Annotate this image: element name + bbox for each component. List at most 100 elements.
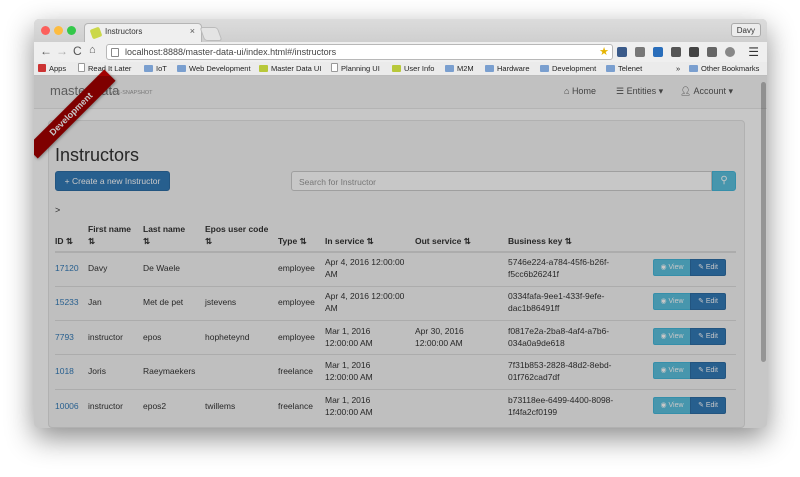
search-placeholder: Search for Instructor (299, 177, 377, 187)
list-icon: ☰ (616, 86, 627, 96)
reload-icon[interactable]: C (73, 44, 82, 58)
out-service: Apr 30, 2016 12:00:00 AM (415, 326, 464, 348)
tab-close-icon[interactable]: × (190, 26, 195, 36)
tab-favicon-icon (89, 26, 103, 40)
sort-icon: ⇅ (463, 236, 471, 246)
tab-strip: Instructors × Davy (34, 19, 767, 42)
bookmark-iot[interactable]: IoT (144, 63, 167, 75)
bookmark-other-bookmarks[interactable]: Other Bookmarks (689, 63, 759, 75)
bookmark-user-info[interactable]: User Info (392, 63, 434, 75)
column-header-first-name[interactable]: First name ⇅ (88, 223, 131, 247)
view-button[interactable]: ◉ View (653, 259, 691, 276)
view-button[interactable]: ◉ View (653, 397, 691, 414)
view-button[interactable]: ◉ View (653, 328, 691, 345)
instructor-id-link[interactable]: 17120 (55, 262, 79, 274)
first-name: instructor (88, 332, 123, 342)
close-window-icon[interactable] (41, 26, 50, 35)
instructor-id-link[interactable]: 10006 (55, 400, 79, 412)
home-icon: ⌂ (564, 86, 572, 96)
eye-icon: ◉ (660, 298, 669, 305)
column-header-business-key[interactable]: Business key ⇅ (508, 235, 572, 247)
last-name: Raeymaekers (143, 366, 196, 376)
bookmark-telenet[interactable]: Telenet (606, 63, 642, 75)
nav-account-dropdown[interactable]: 👤︎ Account ▾ (680, 86, 733, 97)
create-instructor-button[interactable]: + Create a new Instructor (55, 171, 170, 191)
back-arrow-icon[interactable]: ← (40, 44, 52, 58)
first-name: instructor (88, 401, 123, 411)
edit-button[interactable]: ✎ Edit (690, 259, 726, 276)
extension-icon[interactable] (671, 47, 681, 57)
forward-arrow-icon[interactable]: → (56, 44, 68, 58)
bookmark-master-data-ui[interactable]: Master Data UI (259, 63, 321, 75)
epos-user-code: twillems (205, 401, 236, 411)
bookmark-apps[interactable]: Apps (38, 63, 66, 75)
column-header-in-service[interactable]: In service ⇅ (325, 235, 374, 247)
folder-icon (177, 65, 186, 72)
extension-icon[interactable] (725, 47, 735, 57)
column-header-epos-user-code[interactable]: Epos user code ⇅ (205, 223, 268, 247)
plus-icon: + (64, 176, 72, 186)
type: freelance (278, 401, 313, 411)
epos-user-code: jstevens (205, 297, 237, 307)
minimize-window-icon[interactable] (54, 26, 63, 35)
bookmark-m2m[interactable]: M2M (445, 63, 474, 75)
edit-button[interactable]: ✎ Edit (690, 397, 726, 414)
extension-icon[interactable] (617, 47, 627, 57)
view-button[interactable]: ◉ View (653, 362, 691, 379)
nav-entities-dropdown[interactable]: ☰ Entities ▾ (616, 86, 663, 97)
column-header-id[interactable]: ID ⇅ (55, 235, 73, 247)
address-bar[interactable]: localhost:8888/master-data-ui/index.html… (106, 44, 613, 60)
vertical-scrollbar[interactable] (761, 82, 766, 362)
maximize-window-icon[interactable] (67, 26, 76, 35)
user-info-icon (392, 65, 401, 72)
master-data-icon (259, 65, 268, 72)
edit-button[interactable]: ✎ Edit (690, 362, 726, 379)
hamburger-menu-icon[interactable]: ☰ (748, 45, 759, 59)
extension-icon[interactable] (635, 47, 645, 57)
browser-toolbar: ← → C ⌂ localhost:8888/master-data-ui/in… (34, 42, 767, 62)
column-header-out-service[interactable]: Out service ⇅ (415, 235, 471, 247)
column-header-last-name[interactable]: Last name ⇅ (143, 223, 185, 247)
instructor-id-link[interactable]: 1018 (55, 365, 74, 377)
pocket-icon[interactable] (689, 47, 699, 57)
new-tab-button[interactable] (199, 27, 223, 41)
column-header-type[interactable]: Type ⇅ (278, 235, 307, 247)
app-version: v0.1-SNAPSHOT (110, 90, 153, 96)
bookmark-web-development[interactable]: Web Development (177, 63, 251, 75)
breadcrumb: > (55, 205, 61, 215)
edit-button[interactable]: ✎ Edit (690, 328, 726, 345)
browser-tab[interactable]: Instructors × (84, 23, 202, 42)
search-button[interactable]: ⚲ (712, 171, 736, 191)
bookmark-hardware[interactable]: Hardware (485, 63, 530, 75)
view-button[interactable]: ◉ View (653, 293, 691, 310)
pencil-icon: ✎ (698, 298, 706, 305)
first-name: Davy (88, 263, 108, 273)
bookmark-planning-ui[interactable]: Planning UI (331, 63, 380, 75)
eye-icon: ◉ (660, 333, 669, 340)
sort-icon: ⇅ (143, 236, 151, 246)
business-key: b73118ee-6499-4400-8098- 1f4fa2cf0199 (508, 395, 614, 417)
last-name: Met de pet (143, 297, 184, 307)
folder-icon (606, 65, 615, 72)
in-service: Apr 4, 2016 12:00:00 AM (325, 257, 405, 279)
instructor-id-link[interactable]: 15233 (55, 296, 79, 308)
search-icon: ⚲ (720, 175, 728, 186)
folder-icon (540, 65, 549, 72)
bookmarks-overflow-chevron-icon[interactable]: » (676, 63, 680, 75)
nav-home[interactable]: ⌂ Home (564, 86, 596, 96)
row-divider (55, 320, 736, 321)
edit-button[interactable]: ✎ Edit (690, 293, 726, 310)
search-input[interactable]: Search for Instructor (291, 171, 712, 191)
sort-icon: ⇅ (205, 236, 213, 246)
bookmark-development[interactable]: Development (540, 63, 596, 75)
instructor-id-link[interactable]: 7793 (55, 331, 74, 343)
extension-icon[interactable] (707, 47, 717, 57)
eye-icon: ◉ (660, 264, 669, 271)
sort-icon: ⇅ (88, 236, 96, 246)
profile-button[interactable]: Davy (730, 23, 761, 37)
bookmark-star-icon[interactable]: ★ (599, 45, 609, 58)
extension-icon[interactable] (653, 47, 663, 57)
row-divider (55, 389, 736, 390)
home-icon[interactable]: ⌂ (89, 44, 96, 56)
sort-icon: ⇅ (299, 236, 307, 246)
